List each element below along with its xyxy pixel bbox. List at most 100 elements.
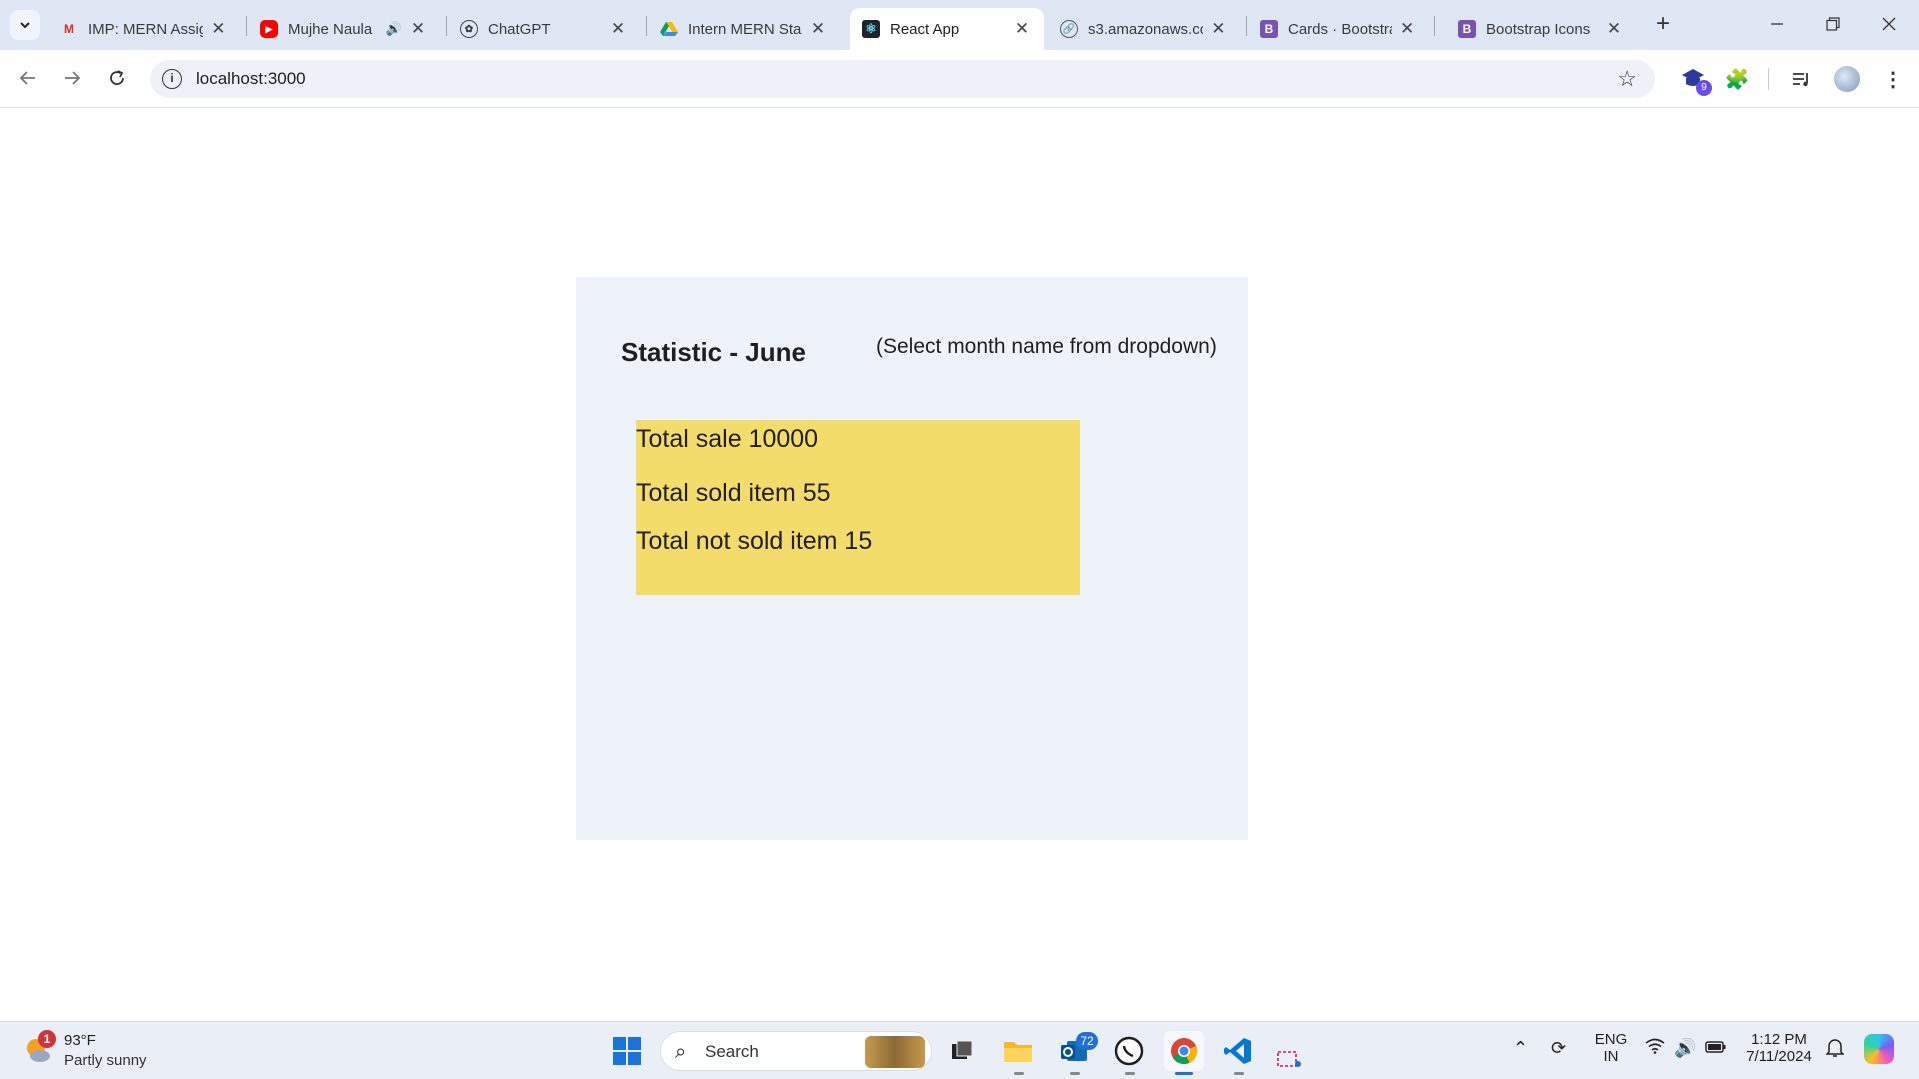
clock[interactable]: 1:12 PM 7/11/2024 — [1734, 1031, 1824, 1065]
toolbar-divider — [1768, 68, 1769, 90]
clock-time: 1:12 PM — [1751, 1031, 1807, 1048]
site-info-icon[interactable]: i — [162, 69, 182, 89]
tab-bootstrap-icons[interactable]: B Bootstrap Icons ✕ — [1446, 8, 1636, 50]
new-tab-button[interactable]: + — [1650, 12, 1676, 38]
close-icon[interactable]: ✕ — [608, 19, 628, 39]
close-window-button[interactable] — [1869, 8, 1909, 40]
tab-title: Mujhe Naula — [288, 20, 373, 38]
volume-icon[interactable]: 🔊 — [1674, 1038, 1696, 1059]
close-icon[interactable]: ✕ — [1209, 19, 1228, 39]
whatsapp-button[interactable] — [1109, 1031, 1149, 1071]
google-drive-icon — [660, 20, 678, 38]
tab-title: IMP: MERN Assig — [88, 20, 203, 38]
chatgpt-icon: ✿ — [460, 20, 478, 38]
search-highlight-image — [865, 1036, 925, 1068]
start-button[interactable] — [607, 1031, 647, 1071]
restore-icon — [1826, 17, 1840, 31]
bootstrap-icon: B — [1260, 20, 1278, 38]
close-icon[interactable]: ✕ — [209, 19, 228, 39]
task-view-button[interactable] — [942, 1031, 982, 1071]
battery-icon[interactable] — [1705, 1038, 1727, 1059]
tab-title: ChatGPT — [488, 20, 551, 38]
close-icon[interactable]: ✕ — [1398, 19, 1416, 39]
tab-title: Intern MERN Sta — [688, 20, 802, 38]
statistics-title: Statistic - June — [621, 337, 806, 367]
extension-app-button[interactable]: 9 — [1676, 62, 1712, 96]
search-label: Search — [705, 1042, 759, 1061]
reload-button[interactable] — [101, 62, 133, 94]
whatsapp-icon — [1114, 1036, 1144, 1066]
tab-title: Cards · Bootstrap — [1288, 20, 1392, 38]
media-control-button[interactable] — [1784, 62, 1818, 96]
tab-divider — [1246, 16, 1247, 36]
active-indicator — [1175, 1072, 1193, 1075]
tab-title: React App — [890, 20, 960, 38]
tab-gmail[interactable]: M IMP: MERN Assig ✕ — [48, 8, 240, 50]
folder-icon — [1004, 1042, 1032, 1062]
sync-icon[interactable]: ⟳ — [1551, 1038, 1566, 1059]
file-explorer-button[interactable] — [998, 1031, 1038, 1071]
taskbar-search[interactable]: ⌕ Search — [660, 1031, 932, 1071]
forward-button[interactable] — [56, 62, 88, 94]
youtube-icon: ▶ — [260, 20, 278, 38]
outlook-unread-badge: 72 — [1076, 1032, 1098, 1050]
tab-chatgpt[interactable]: ✿ ChatGPT ✕ — [448, 8, 640, 50]
tab-youtube[interactable]: ▶ Mujhe Naula 🔊 ✕ — [248, 8, 440, 50]
bootstrap-icon: B — [1458, 20, 1476, 38]
weather-description: Partly sunny — [64, 1052, 147, 1069]
windows-logo-icon — [613, 1037, 641, 1065]
url-text[interactable]: localhost:3000 — [196, 69, 306, 89]
tab-drive[interactable]: Intern MERN Sta ✕ — [648, 8, 840, 50]
playlist-icon — [1793, 73, 1808, 87]
gmail-icon: M — [64, 22, 74, 36]
close-icon — [1882, 17, 1896, 31]
chevron-down-icon — [20, 22, 30, 29]
page-viewport: Statistic - June (Select month name from… — [0, 109, 1919, 1021]
notification-bell-icon[interactable] — [1825, 1038, 1845, 1063]
language-region: IN — [1603, 1048, 1619, 1065]
snipping-icon — [1277, 1051, 1301, 1067]
language-indicator[interactable]: ENG IN — [1594, 1031, 1628, 1065]
reload-icon — [110, 70, 124, 85]
bookmark-star-icon[interactable]: ☆ — [1617, 66, 1637, 92]
close-icon[interactable]: ✕ — [1604, 19, 1624, 39]
weather-alert-badge: 1 — [38, 1030, 56, 1048]
tab-bootstrap-cards[interactable]: B Cards · Bootstrap ✕ — [1248, 8, 1428, 50]
restore-button[interactable] — [1813, 8, 1853, 40]
vscode-icon — [1224, 1038, 1251, 1064]
extensions-button[interactable]: 🧩 — [1720, 62, 1754, 96]
profile-button[interactable] — [1830, 62, 1864, 96]
close-icon[interactable]: ✕ — [1012, 19, 1032, 39]
chrome-icon — [1171, 1038, 1198, 1065]
puzzle-icon: 🧩 — [1724, 68, 1750, 91]
tab-title: s3.amazonaws.co — [1088, 20, 1203, 38]
extension-badge: 9 — [1696, 80, 1712, 96]
chevron-up-icon[interactable]: ⌃ — [1513, 1038, 1528, 1059]
more-vertical-icon: ⋮ — [1883, 68, 1903, 91]
outlook-button[interactable]: 72 — [1054, 1031, 1098, 1071]
tab-search-button[interactable] — [10, 10, 40, 40]
vscode-button[interactable] — [1218, 1031, 1258, 1071]
minimize-icon — [1771, 23, 1783, 25]
total-sold-item-text: Total sold item 55 — [636, 479, 831, 507]
tab-react-app[interactable]: ⚛ React App ✕ — [850, 8, 1044, 50]
address-bar[interactable]: i localhost:3000 ☆ — [150, 60, 1655, 98]
browser-menu-button[interactable]: ⋮ — [1876, 62, 1910, 96]
close-icon[interactable]: ✕ — [808, 19, 828, 39]
running-indicator — [1234, 1072, 1244, 1075]
copilot-icon[interactable] — [1864, 1034, 1894, 1064]
tab-title: Bootstrap Icons — [1486, 20, 1591, 38]
language-code: ENG — [1594, 1031, 1628, 1048]
snipping-tool-button[interactable] — [1274, 1044, 1304, 1074]
search-icon: ⌕ — [675, 1041, 687, 1063]
tab-divider — [646, 16, 647, 36]
speaker-icon[interactable]: 🔊 — [386, 21, 402, 37]
minimize-button[interactable] — [1757, 8, 1797, 40]
chrome-button[interactable] — [1164, 1031, 1204, 1071]
statistics-card: Total sale 10000 Total sold item 55 Tota… — [636, 420, 1080, 595]
tab-s3[interactable]: 🔗 s3.amazonaws.co ✕ — [1048, 8, 1240, 50]
close-icon[interactable]: ✕ — [408, 19, 428, 39]
back-button[interactable] — [12, 62, 44, 94]
arrow-right-icon — [65, 71, 81, 85]
wifi-icon[interactable] — [1645, 1038, 1665, 1059]
